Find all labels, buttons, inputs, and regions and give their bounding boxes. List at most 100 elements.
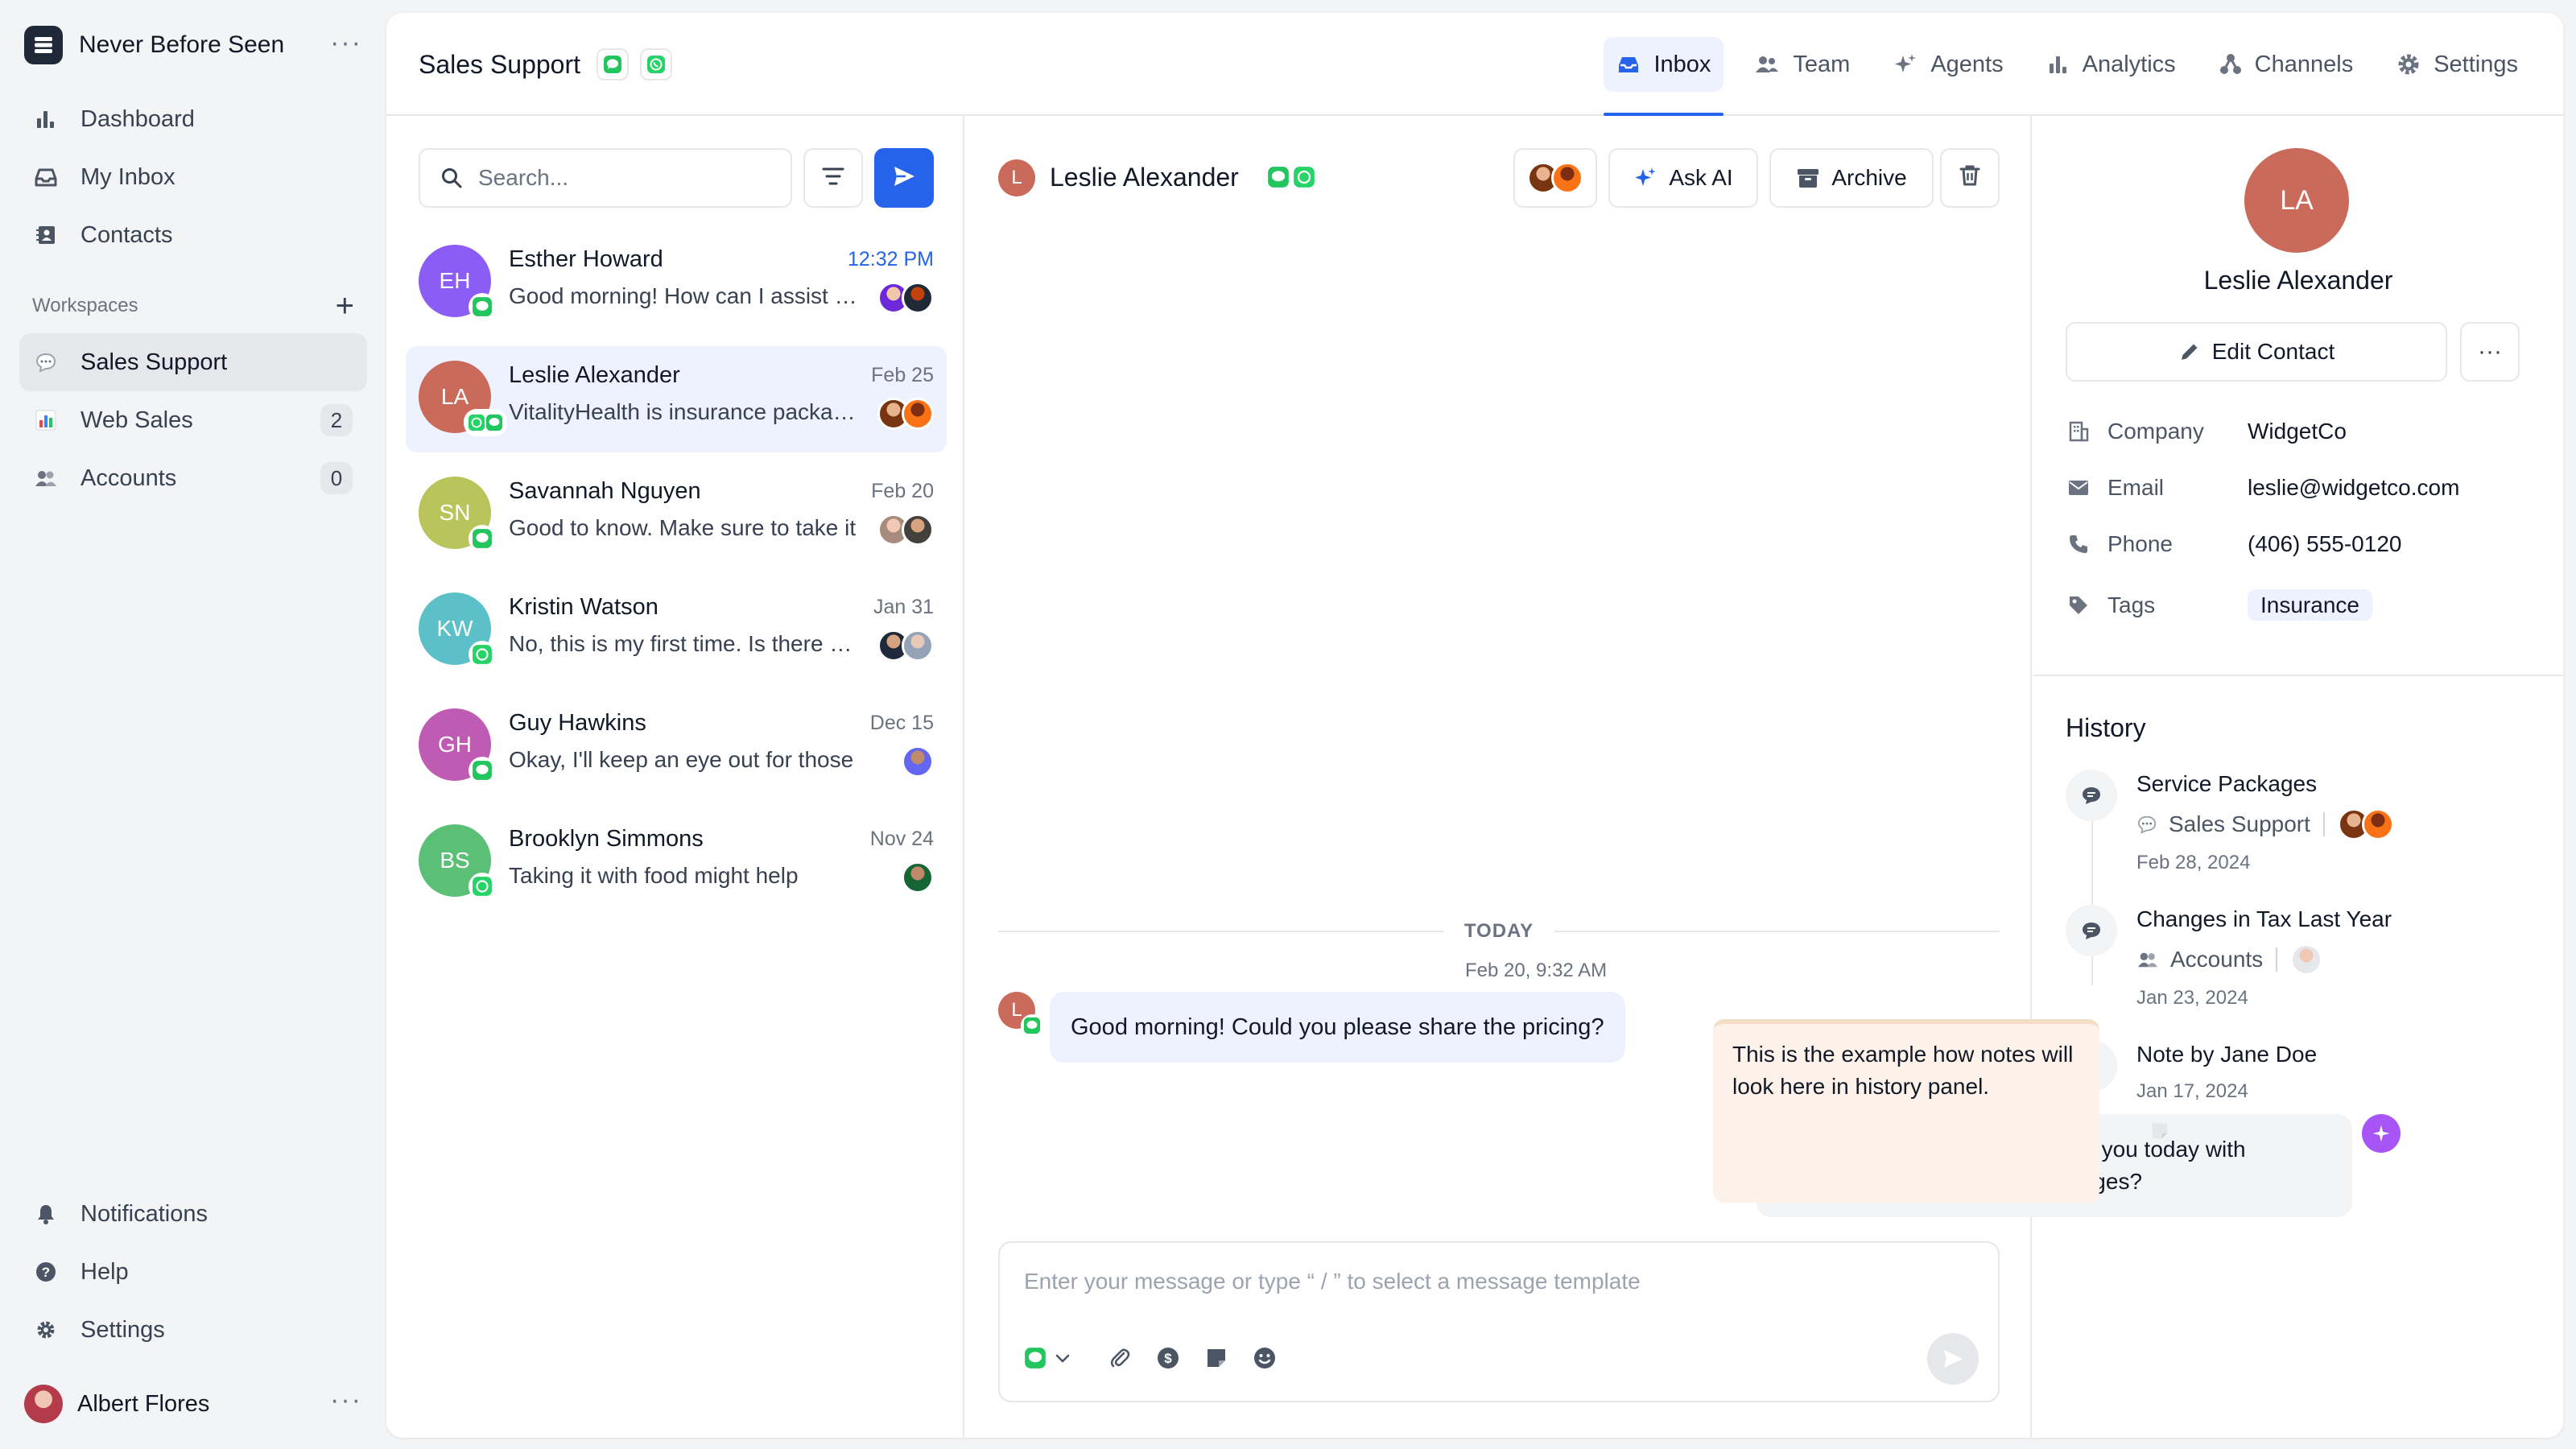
- field-key: Company: [2107, 419, 2204, 444]
- avatar: L: [998, 992, 1043, 1037]
- workspace-title: Sales Support: [419, 48, 673, 80]
- tab-label: Team: [1793, 51, 1851, 77]
- search-icon: [440, 166, 464, 190]
- conversation-item[interactable]: EH Esther Howard 12:32 PM Good morning! …: [406, 230, 947, 336]
- tag-badge[interactable]: Insurance: [2248, 589, 2372, 621]
- field-key: Tags: [2107, 592, 2156, 617]
- conversation-item[interactable]: LA Leslie Alexander Feb 25 VitalityHealt…: [406, 346, 947, 452]
- nav-item-help[interactable]: ? Help: [19, 1243, 367, 1301]
- send-icon: [1943, 1349, 1963, 1368]
- conversation-time: Jan 31: [873, 596, 934, 618]
- user-profile[interactable]: Albert Flores ···: [24, 1381, 362, 1426]
- nav-item-contacts[interactable]: Contacts: [19, 206, 367, 264]
- tab-label: Analytics: [2082, 51, 2176, 77]
- archive-button[interactable]: Archive: [1769, 148, 1934, 208]
- workspace-label: Sales Support: [80, 349, 228, 375]
- imessage-channel-icon: [469, 525, 496, 552]
- assignee-avatars: [902, 861, 934, 894]
- dollar-icon[interactable]: $: [1156, 1346, 1180, 1370]
- conversation-item[interactable]: BS Brooklyn Simmons Nov 24 Taking it wit…: [406, 810, 947, 916]
- user-menu-icon[interactable]: ···: [330, 1386, 362, 1414]
- send-button[interactable]: [1927, 1333, 1979, 1385]
- field-value[interactable]: leslie@widgetco.com: [2248, 475, 2459, 501]
- emoji-icon[interactable]: [1253, 1346, 1277, 1370]
- chat-bubble-icon: [2137, 815, 2157, 834]
- chat-contact-name: Leslie Alexander: [1050, 163, 1239, 192]
- bar-chart-icon: [32, 105, 60, 133]
- inbox-icon: [1616, 53, 1641, 76]
- more-options-button[interactable]: ···: [2460, 322, 2520, 382]
- new-message-button[interactable]: [874, 148, 934, 208]
- note-icon[interactable]: [1204, 1346, 1228, 1370]
- nav-item-settings[interactable]: Settings: [19, 1301, 367, 1359]
- incoming-message[interactable]: Good morning! Could you please share the…: [1050, 992, 1625, 1063]
- assignee-avatars: [877, 282, 934, 314]
- tab-agents[interactable]: Agents: [1880, 37, 2016, 92]
- org-menu-icon[interactable]: ···: [330, 29, 362, 56]
- conversation-list-panel: Search... EH Esther Howard 12:32 PM Good…: [386, 116, 964, 1438]
- tab-settings[interactable]: Settings: [2384, 37, 2531, 92]
- tab-analytics[interactable]: Analytics: [2034, 37, 2189, 92]
- building-icon: [2066, 420, 2091, 443]
- divider: [998, 931, 1443, 932]
- filter-button[interactable]: [803, 148, 863, 208]
- main-panel: Sales Support Inbox Team Agents Analytic…: [386, 13, 2563, 1438]
- conversation-time: Feb 20: [871, 480, 934, 502]
- history-item-workspace: Sales Support: [2136, 808, 2394, 840]
- paperclip-icon[interactable]: [1108, 1346, 1132, 1370]
- whatsapp-channel-icon: [469, 873, 496, 900]
- history-item-title: Changes in Tax Last Year: [2136, 906, 2392, 931]
- tab-team[interactable]: Team: [1741, 37, 1863, 92]
- avatar: [902, 861, 934, 894]
- svg-text:?: ?: [42, 1265, 50, 1280]
- team-icon: [1754, 53, 1780, 76]
- history-item-date: Jan 17, 2024: [2136, 1080, 2248, 1102]
- delete-button[interactable]: [1940, 148, 2000, 208]
- conversation-item[interactable]: KW Kristin Watson Jan 31 No, this is my …: [406, 578, 947, 684]
- field-value[interactable]: (406) 555-0120: [2248, 531, 2401, 557]
- nav-item-dashboard[interactable]: Dashboard: [19, 90, 367, 148]
- avatar: [2361, 808, 2394, 840]
- workspace-item-accounts[interactable]: Accounts 0: [19, 449, 367, 507]
- assignee-avatars: [877, 398, 934, 430]
- field-key: Phone: [2107, 531, 2173, 556]
- assignees-button[interactable]: [1513, 148, 1597, 208]
- channel-selector[interactable]: [1024, 1347, 1072, 1369]
- primary-nav: Dashboard My Inbox Contacts: [19, 90, 367, 264]
- conversation-item[interactable]: SN Savannah Nguyen Feb 20 Good to know. …: [406, 462, 947, 568]
- avatar-initials: LA: [2280, 184, 2314, 216]
- history-item-title: Note by Jane Doe: [2136, 1042, 2318, 1067]
- tab-channels[interactable]: Channels: [2207, 37, 2367, 92]
- workspace-label: Accounts: [80, 464, 177, 491]
- workspace-item-web-sales[interactable]: Web Sales 2: [19, 391, 367, 449]
- field-value: Insurance: [2248, 589, 2372, 621]
- note-text: This is the example how notes will look …: [1732, 1042, 2074, 1099]
- org-logo-icon: [24, 26, 63, 64]
- tab-bar: Inbox Team Agents Analytics Channels Set…: [1586, 37, 2531, 116]
- search-input[interactable]: Search...: [419, 148, 792, 208]
- conversation-time: 12:32 PM: [847, 248, 934, 270]
- workspace-item-sales-support[interactable]: Sales Support: [19, 333, 367, 391]
- nav-item-notifications[interactable]: Notifications: [19, 1185, 367, 1243]
- tab-label: Inbox: [1653, 51, 1711, 77]
- assignee-avatars: [877, 514, 934, 546]
- avatar: LA: [419, 361, 507, 436]
- divider: [2276, 947, 2278, 972]
- conversation-item[interactable]: GH Guy Hawkins Dec 15 Okay, I'll keep an…: [406, 694, 947, 800]
- org-switcher[interactable]: Never Before Seen ···: [24, 24, 362, 66]
- avatar: BS: [419, 824, 496, 900]
- add-workspace-icon[interactable]: +: [336, 290, 354, 322]
- message-text: Good morning! Could you please share the…: [1071, 1013, 1604, 1040]
- chat-bubble-icon: [2066, 905, 2117, 956]
- ask-ai-button[interactable]: Ask AI: [1608, 148, 1758, 208]
- date-separator: TODAY: [998, 918, 2000, 945]
- help-icon: ?: [32, 1258, 60, 1286]
- more-icon: ···: [2478, 338, 2502, 365]
- tab-inbox[interactable]: Inbox: [1604, 37, 1724, 116]
- message-composer[interactable]: Enter your message or type “ / ” to sele…: [998, 1241, 2000, 1402]
- edit-contact-button[interactable]: Edit Contact: [2066, 322, 2447, 382]
- timeline-line: [2091, 800, 2093, 985]
- whatsapp-channel-icon: [469, 641, 496, 668]
- bell-icon: [32, 1200, 60, 1228]
- nav-item-my-inbox[interactable]: My Inbox: [19, 148, 367, 206]
